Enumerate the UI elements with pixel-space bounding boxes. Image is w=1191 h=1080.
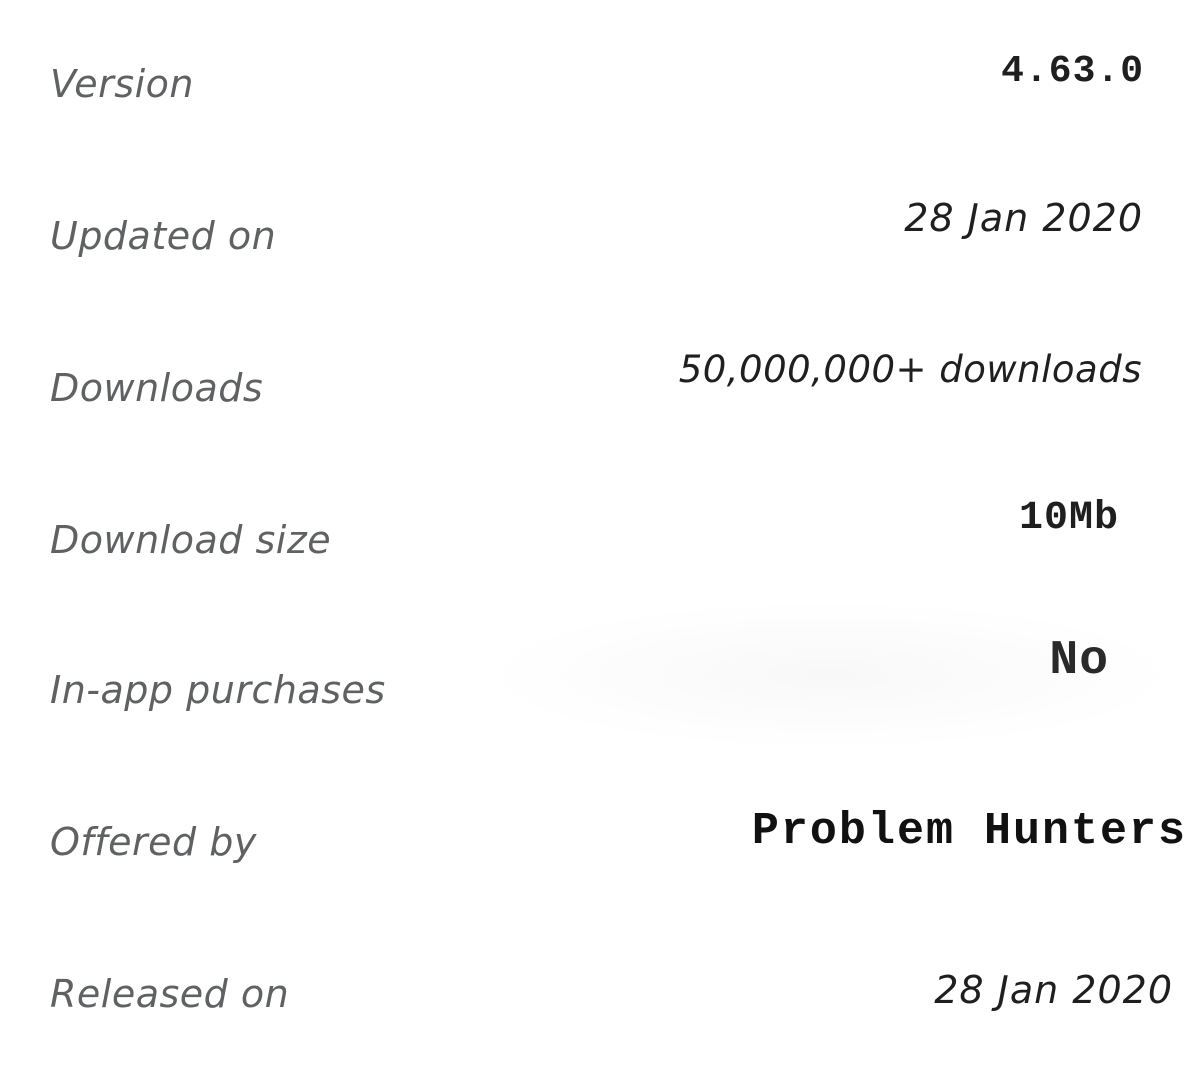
updated-on-row: Updated on 28 Jan 2020: [0, 196, 1191, 276]
updated-on-label: Updated on: [50, 214, 277, 258]
offered-by-row: Offered by Problem Hunters: [0, 802, 1191, 882]
downloads-value: 50,000,000+ downloads: [678, 348, 1142, 391]
released-on-value: 28 Jan 2020: [934, 968, 1173, 1012]
app-info-list: Version 4.63.0 Updated on 28 Jan 2020 Do…: [0, 0, 1191, 1080]
offered-by-label: Offered by: [50, 820, 257, 864]
in-app-purchases-label: In-app purchases: [50, 668, 386, 712]
downloads-row: Downloads 50,000,000+ downloads: [0, 348, 1191, 428]
downloads-label: Downloads: [50, 366, 264, 410]
released-on-row: Released on 28 Jan 2020: [0, 954, 1191, 1034]
version-row: Version 4.63.0: [0, 44, 1191, 124]
released-on-label: Released on: [50, 972, 290, 1016]
in-app-purchases-row: In-app purchases No: [0, 634, 1191, 730]
updated-on-value: 28 Jan 2020: [904, 196, 1143, 240]
version-label: Version: [50, 62, 194, 106]
download-size-row: Download size 10Mb: [0, 496, 1191, 580]
in-app-purchases-value: No: [1049, 634, 1109, 688]
download-size-label: Download size: [50, 518, 332, 562]
version-value: 4.63.0: [1001, 50, 1144, 93]
download-size-value: 10Mb: [1018, 496, 1119, 541]
offered-by-value: Problem Hunters: [751, 806, 1187, 857]
